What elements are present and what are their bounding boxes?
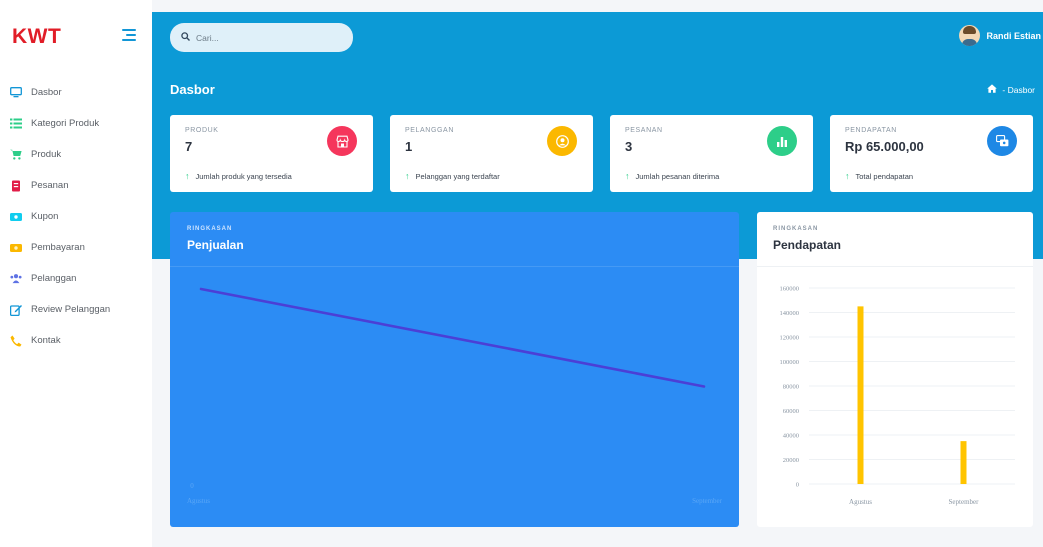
- bar-chart-icon: [767, 126, 797, 156]
- y-tick-label: 60000: [783, 408, 799, 415]
- sidebar-item-label: Kategori Produk: [31, 118, 100, 129]
- user-name: Randi Estian: [986, 30, 1041, 41]
- card-label: PELANGGAN: [405, 127, 454, 134]
- sidebar-item-dasbor[interactable]: Dasbor: [0, 77, 152, 108]
- card-desc-text: Jumlah pesanan diterima: [635, 172, 720, 181]
- card-desc-text: Pelanggan yang terdaftar: [415, 172, 500, 181]
- stat-card-pelanggan: PELANGGAN 1 ↑ Pelanggan yang terdaftar: [390, 115, 593, 192]
- wallet-icon: [987, 126, 1017, 156]
- sidebar-item-pelanggan[interactable]: Pelanggan: [0, 263, 152, 294]
- ticket-icon: [10, 211, 22, 223]
- y-tick-label: 100000: [780, 359, 800, 366]
- list-icon: [10, 118, 22, 130]
- y-tick-label: 140000: [780, 310, 800, 317]
- sidebar-item-label: Dasbor: [31, 87, 62, 98]
- card-desc: ↑ Total pendapatan: [845, 171, 913, 181]
- receipt-icon: [10, 180, 22, 192]
- search-placeholder: Cari...: [196, 32, 219, 43]
- breadcrumb: - Dasbor: [987, 84, 1035, 96]
- page-title: Dasbor: [170, 82, 215, 97]
- sidebar-nav: Dasbor Kategori Produk Produk Pesanan Ku…: [0, 77, 152, 356]
- card-value: Rp 65.000,00: [845, 139, 924, 154]
- sidebar-item-label: Pelanggan: [31, 273, 77, 284]
- card-label: PENDAPATAN: [845, 127, 897, 134]
- phone-icon: [10, 335, 22, 347]
- sidebar-item-label: Kupon: [31, 211, 59, 222]
- stat-card-pesanan: PESANAN 3 ↑ Jumlah pesanan diterima: [610, 115, 813, 192]
- bar: [960, 441, 967, 484]
- edit-icon: [10, 304, 22, 316]
- monitor-icon: [10, 87, 22, 99]
- user-menu[interactable]: Randi Estian: [959, 25, 1041, 46]
- stat-card-produk: PRODUK 7 ↑ Jumlah produk yang tersedia: [170, 115, 373, 192]
- arrow-up-icon: ↑: [405, 171, 410, 181]
- y-tick-label: 160000: [780, 286, 800, 293]
- menu-toggle-icon[interactable]: [122, 29, 136, 41]
- sidebar-item-label: Pesanan: [31, 180, 69, 191]
- arrow-up-icon: ↑: [185, 171, 190, 181]
- card-desc: ↑ Jumlah produk yang tersedia: [185, 171, 292, 181]
- sidebar-item-label: Produk: [31, 149, 62, 160]
- card-label: PESANAN: [625, 127, 663, 134]
- search-icon: [181, 32, 190, 43]
- arrow-up-icon: ↑: [625, 171, 630, 181]
- sidebar-item-kupon[interactable]: Kupon: [0, 201, 152, 232]
- sales-panel: RINGKASAN Penjualan 0 Agustus September: [170, 212, 739, 527]
- y-tick-label: 0: [190, 482, 194, 490]
- users-icon: [10, 273, 22, 285]
- arrow-up-icon: ↑: [845, 171, 850, 181]
- card-label: PRODUK: [185, 127, 219, 134]
- y-tick-label: 0: [796, 482, 799, 489]
- search-input[interactable]: Cari...: [170, 23, 353, 52]
- sidebar-item-pembayaran[interactable]: Pembayaran: [0, 232, 152, 263]
- money-icon: [10, 242, 22, 254]
- card-desc-text: Total pendapatan: [855, 172, 914, 181]
- sales-line-chart: 0 Agustus September: [187, 287, 723, 505]
- series-line: [199, 287, 706, 388]
- y-tick-label: 120000: [780, 335, 800, 342]
- sidebar-item-kontak[interactable]: Kontak: [0, 325, 152, 356]
- x-tick-label: September: [692, 497, 723, 505]
- card-desc: ↑ Pelanggan yang terdaftar: [405, 171, 500, 181]
- x-tick-label: September: [949, 498, 980, 506]
- brand-logo[interactable]: KWT: [12, 25, 61, 49]
- card-value: 7: [185, 139, 193, 154]
- card-value: 3: [625, 139, 633, 154]
- cart-icon: [10, 149, 22, 161]
- sidebar-item-label: Review Pelanggan: [31, 304, 111, 315]
- store-icon: [327, 126, 357, 156]
- stat-card-pendapatan: PENDAPATAN Rp 65.000,00 ↑ Total pendapata…: [830, 115, 1033, 192]
- y-tick-label: 20000: [783, 457, 799, 464]
- breadcrumb-current: - Dasbor: [1002, 85, 1035, 95]
- bar: [857, 306, 864, 484]
- sidebar-item-produk[interactable]: Produk: [0, 139, 152, 170]
- top-navbar: Cari... Randi Estian: [152, 12, 1043, 62]
- revenue-bar-chart: 0 20000 40000 60000 80000 100000 120000 140000 1…: [780, 286, 1015, 506]
- sidebar-item-label: Kontak: [31, 335, 61, 346]
- home-icon[interactable]: [987, 84, 998, 96]
- user-circle-icon: [547, 126, 577, 156]
- x-tick-label: Agustus: [849, 498, 872, 506]
- card-desc-text: Jumlah produk yang tersedia: [195, 172, 292, 181]
- sidebar-item-kategori-produk[interactable]: Kategori Produk: [0, 108, 152, 139]
- sidebar-item-review-pelanggan[interactable]: Review Pelanggan: [0, 294, 152, 325]
- sidebar-item-pesanan[interactable]: Pesanan: [0, 170, 152, 201]
- x-tick-label: Agustus: [187, 497, 210, 505]
- card-value: 1: [405, 139, 413, 154]
- y-tick-label: 40000: [783, 433, 799, 440]
- y-tick-label: 80000: [783, 384, 799, 391]
- sidebar-item-label: Pembayaran: [31, 242, 85, 253]
- revenue-panel: RINGKASAN Pendapatan 0 20000 40000 60000 800…: [757, 212, 1033, 527]
- avatar: [959, 25, 981, 46]
- sidebar: KWT Dasbor Kategori Produk Produk Pesana…: [0, 0, 152, 547]
- card-desc: ↑ Jumlah pesanan diterima: [625, 171, 719, 181]
